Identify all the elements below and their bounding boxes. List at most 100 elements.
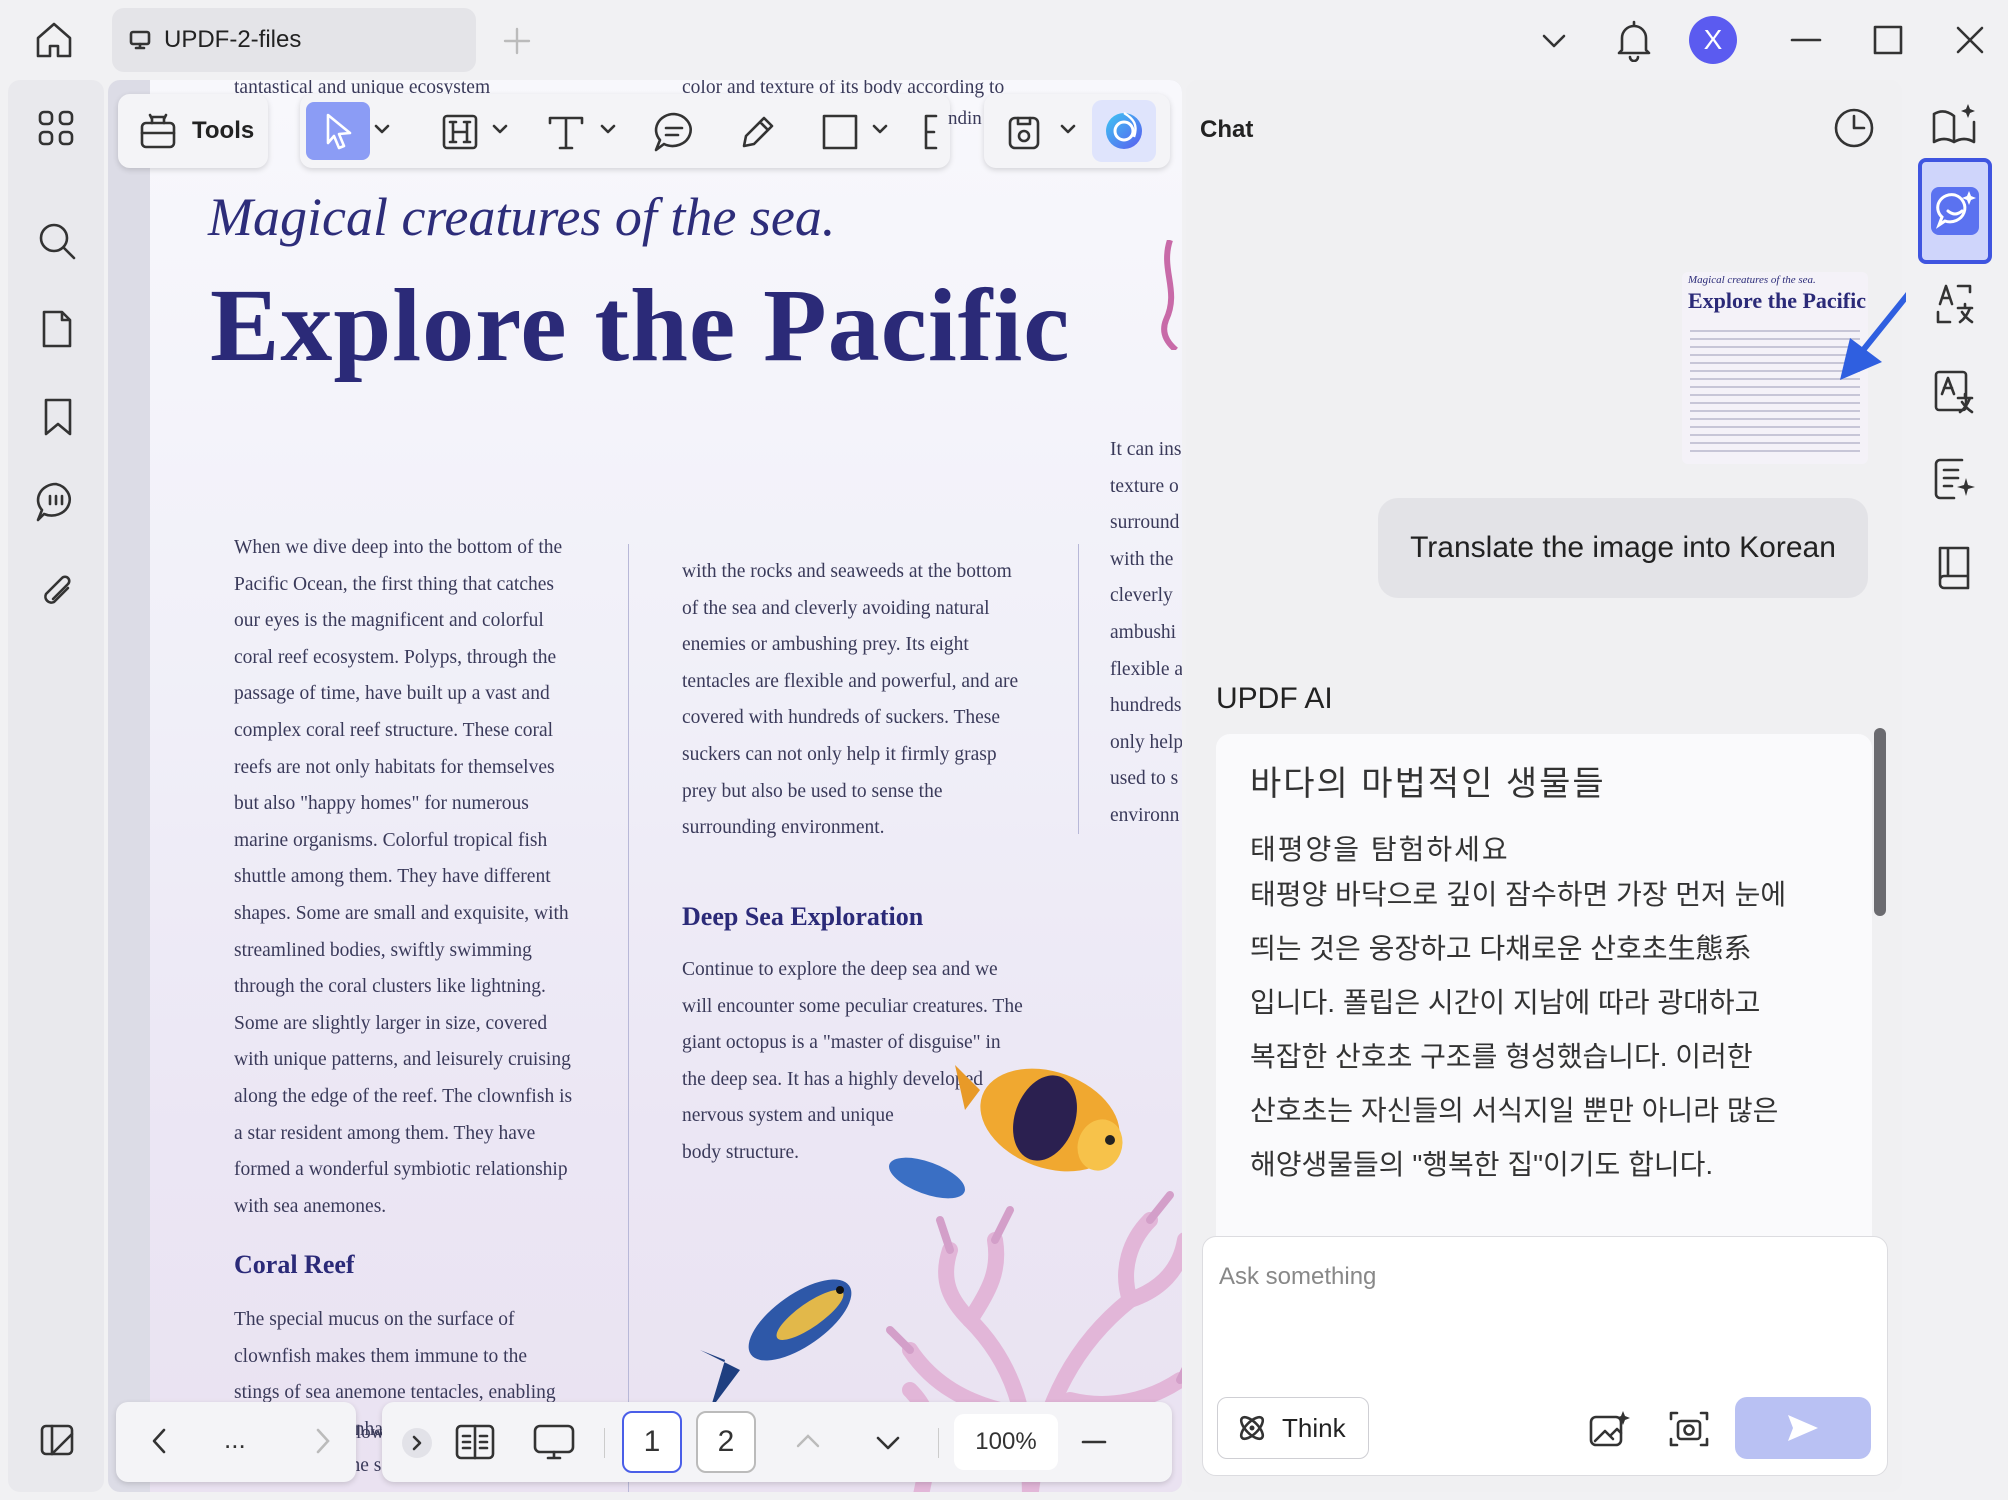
pdf-page: tantastical and unique ecosystem color a…	[150, 80, 1182, 1492]
text-line: will encounter some peculiar creatures. …	[682, 995, 1023, 1017]
chevron-down-icon[interactable]	[374, 122, 390, 136]
chevron-down-icon[interactable]	[1060, 122, 1076, 136]
text-line: marine organisms. Colorful tropical fish	[234, 829, 548, 851]
more-options[interactable]: ...	[224, 1424, 246, 1455]
chat-ai-button[interactable]	[1918, 158, 1992, 264]
ai-logo-icon	[1102, 109, 1146, 153]
text-line: only help	[1110, 731, 1182, 753]
chevron-down-icon[interactable]	[874, 1434, 902, 1454]
document-viewer[interactable]: tantastical and unique ecosystem color a…	[108, 80, 1182, 1492]
comment-tool-icon[interactable]	[652, 110, 696, 154]
text-line: enemies or ambushing prey. Its eight	[682, 634, 969, 656]
tools-button[interactable]: Tools	[118, 94, 268, 168]
avatar[interactable]: X	[1689, 16, 1737, 64]
text-line: of the sea and cleverly avoiding natural	[682, 597, 990, 619]
text-line: 띄는 것은 웅장하고 다채로운 산호초生態系	[1250, 933, 1752, 964]
ai-subheading: 태평양을 탐험하세요	[1250, 834, 1510, 865]
ai-response: 바다의 마법적인 생물들 태평양을 탐험하세요 태평양 바닥으로 깊이 잠수하면…	[1216, 734, 1872, 1268]
bell-icon[interactable]	[1614, 18, 1654, 62]
shape-tool-icon[interactable]	[820, 112, 860, 152]
text-line: environn	[1110, 804, 1180, 826]
new-tab-icon[interactable]	[502, 26, 532, 56]
translate-icon[interactable]	[1932, 280, 1976, 328]
ocr-translate-icon[interactable]	[1932, 368, 1976, 416]
text-line: used to s	[1110, 768, 1179, 790]
divider	[938, 1428, 939, 1458]
sidebar-toggle-icon[interactable]	[38, 1420, 78, 1460]
send-button[interactable]	[1735, 1397, 1871, 1459]
grid-icon[interactable]	[36, 108, 76, 148]
think-label: Think	[1282, 1412, 1346, 1443]
zoom-out-icon[interactable]	[1080, 1430, 1108, 1454]
text-line: 입니다. 폴립은 시간이 지남에 따라 광대하고	[1250, 987, 1761, 1018]
blue-fish-illustration	[690, 1260, 870, 1410]
view-controls-bar: 1 2 100%	[382, 1402, 1172, 1482]
maximize-icon[interactable]	[1872, 24, 1904, 56]
ask-input[interactable]: Ask something Think	[1202, 1236, 1888, 1476]
right-sidebar	[1906, 80, 2000, 1492]
extra-toolbar	[984, 94, 1170, 168]
page-icon[interactable]	[38, 308, 76, 350]
prev-page-icon[interactable]	[148, 1426, 170, 1456]
document-subtitle: Magical creatures of the sea.	[208, 187, 836, 247]
chevron-down-icon[interactable]	[492, 122, 508, 136]
text-line: hundreds	[1110, 695, 1182, 717]
text-line: 태평양 바닥으로 깊이 잠수하면 가장 먼저 눈에	[1250, 879, 1787, 910]
monitor-icon	[128, 28, 152, 52]
ai-assistant-button[interactable]	[1092, 100, 1156, 162]
next-page-icon[interactable]	[312, 1426, 334, 1456]
home-icon[interactable]	[32, 18, 76, 62]
ask-placeholder: Ask something	[1219, 1263, 1377, 1290]
text-line: suckers can not only help it firmly gras…	[682, 743, 997, 765]
chevron-right-icon	[410, 1435, 424, 1451]
reader-icon[interactable]	[1932, 544, 1976, 592]
text-tool-icon[interactable]	[544, 110, 588, 154]
presentation-icon[interactable]	[532, 1422, 576, 1462]
text-line: shapes. Some are small and exquisite, wi…	[234, 902, 569, 924]
comment-icon[interactable]	[34, 480, 78, 524]
image-ai-icon[interactable]	[1587, 1407, 1631, 1451]
chat-title: Chat	[1200, 116, 1254, 143]
select-tool-button[interactable]	[306, 102, 370, 160]
text-line: our eyes is the magnificent and colorful	[234, 610, 544, 632]
screenshot-icon[interactable]	[1667, 1407, 1711, 1451]
zoom-level[interactable]: 100%	[954, 1414, 1058, 1470]
toolbox-icon	[138, 111, 178, 151]
text-line: texture o	[1110, 475, 1179, 497]
text-line: surrounding environment.	[682, 817, 885, 839]
chevron-up-icon[interactable]	[794, 1430, 822, 1450]
document-tab[interactable]: UPDF-2-files	[112, 8, 476, 72]
chevron-down-icon[interactable]	[872, 122, 888, 136]
text-line: It can ins	[1110, 439, 1182, 460]
text-line: 산호초는 자신들의 서식지일 뿐만 아니라 많은	[1250, 1095, 1779, 1126]
expand-arrow-button[interactable]	[402, 1428, 432, 1458]
two-page-view-icon[interactable]	[454, 1422, 496, 1462]
page-1-button[interactable]: 1	[622, 1411, 682, 1473]
summary-ai-icon[interactable]	[1932, 456, 1976, 504]
close-icon[interactable]	[1954, 24, 1986, 56]
bookmark-icon[interactable]	[40, 396, 76, 438]
pen-tool-icon[interactable]	[736, 110, 780, 154]
text-line: tentacles are flexible and powerful, and…	[682, 670, 1019, 692]
tab-title: UPDF-2-files	[164, 26, 302, 53]
minimize-icon[interactable]	[1790, 24, 1822, 56]
text-line: complex coral reef structure. These cora…	[234, 719, 554, 741]
chevron-down-icon[interactable]	[600, 122, 616, 136]
text-line: 해양생물들의 "행복한 집"이기도 합니다.	[1250, 1149, 1714, 1180]
think-button[interactable]: Think	[1217, 1397, 1369, 1459]
save-tool-icon[interactable]	[1004, 112, 1044, 152]
chevron-down-icon[interactable]	[1538, 26, 1570, 56]
stamp-tool-icon[interactable]	[920, 112, 940, 152]
text-line: formed a wonderful symbiotic relationshi…	[234, 1159, 568, 1181]
search-icon[interactable]	[36, 220, 78, 262]
highlight-tool-icon[interactable]	[440, 112, 480, 152]
scrollbar[interactable]	[1874, 728, 1886, 916]
atom-icon	[1236, 1412, 1268, 1444]
history-icon[interactable]	[1832, 106, 1876, 150]
text-line: Continue to explore the deep sea and we	[682, 959, 998, 980]
attachment-icon[interactable]	[38, 570, 78, 614]
chat-panel: Chat Magical creatures of the sea. Explo…	[1186, 80, 1929, 1492]
page-2-button[interactable]: 2	[696, 1411, 756, 1473]
ai-book-icon[interactable]	[1930, 102, 1978, 150]
text-line: When we dive deep into the bottom of the	[234, 537, 563, 558]
